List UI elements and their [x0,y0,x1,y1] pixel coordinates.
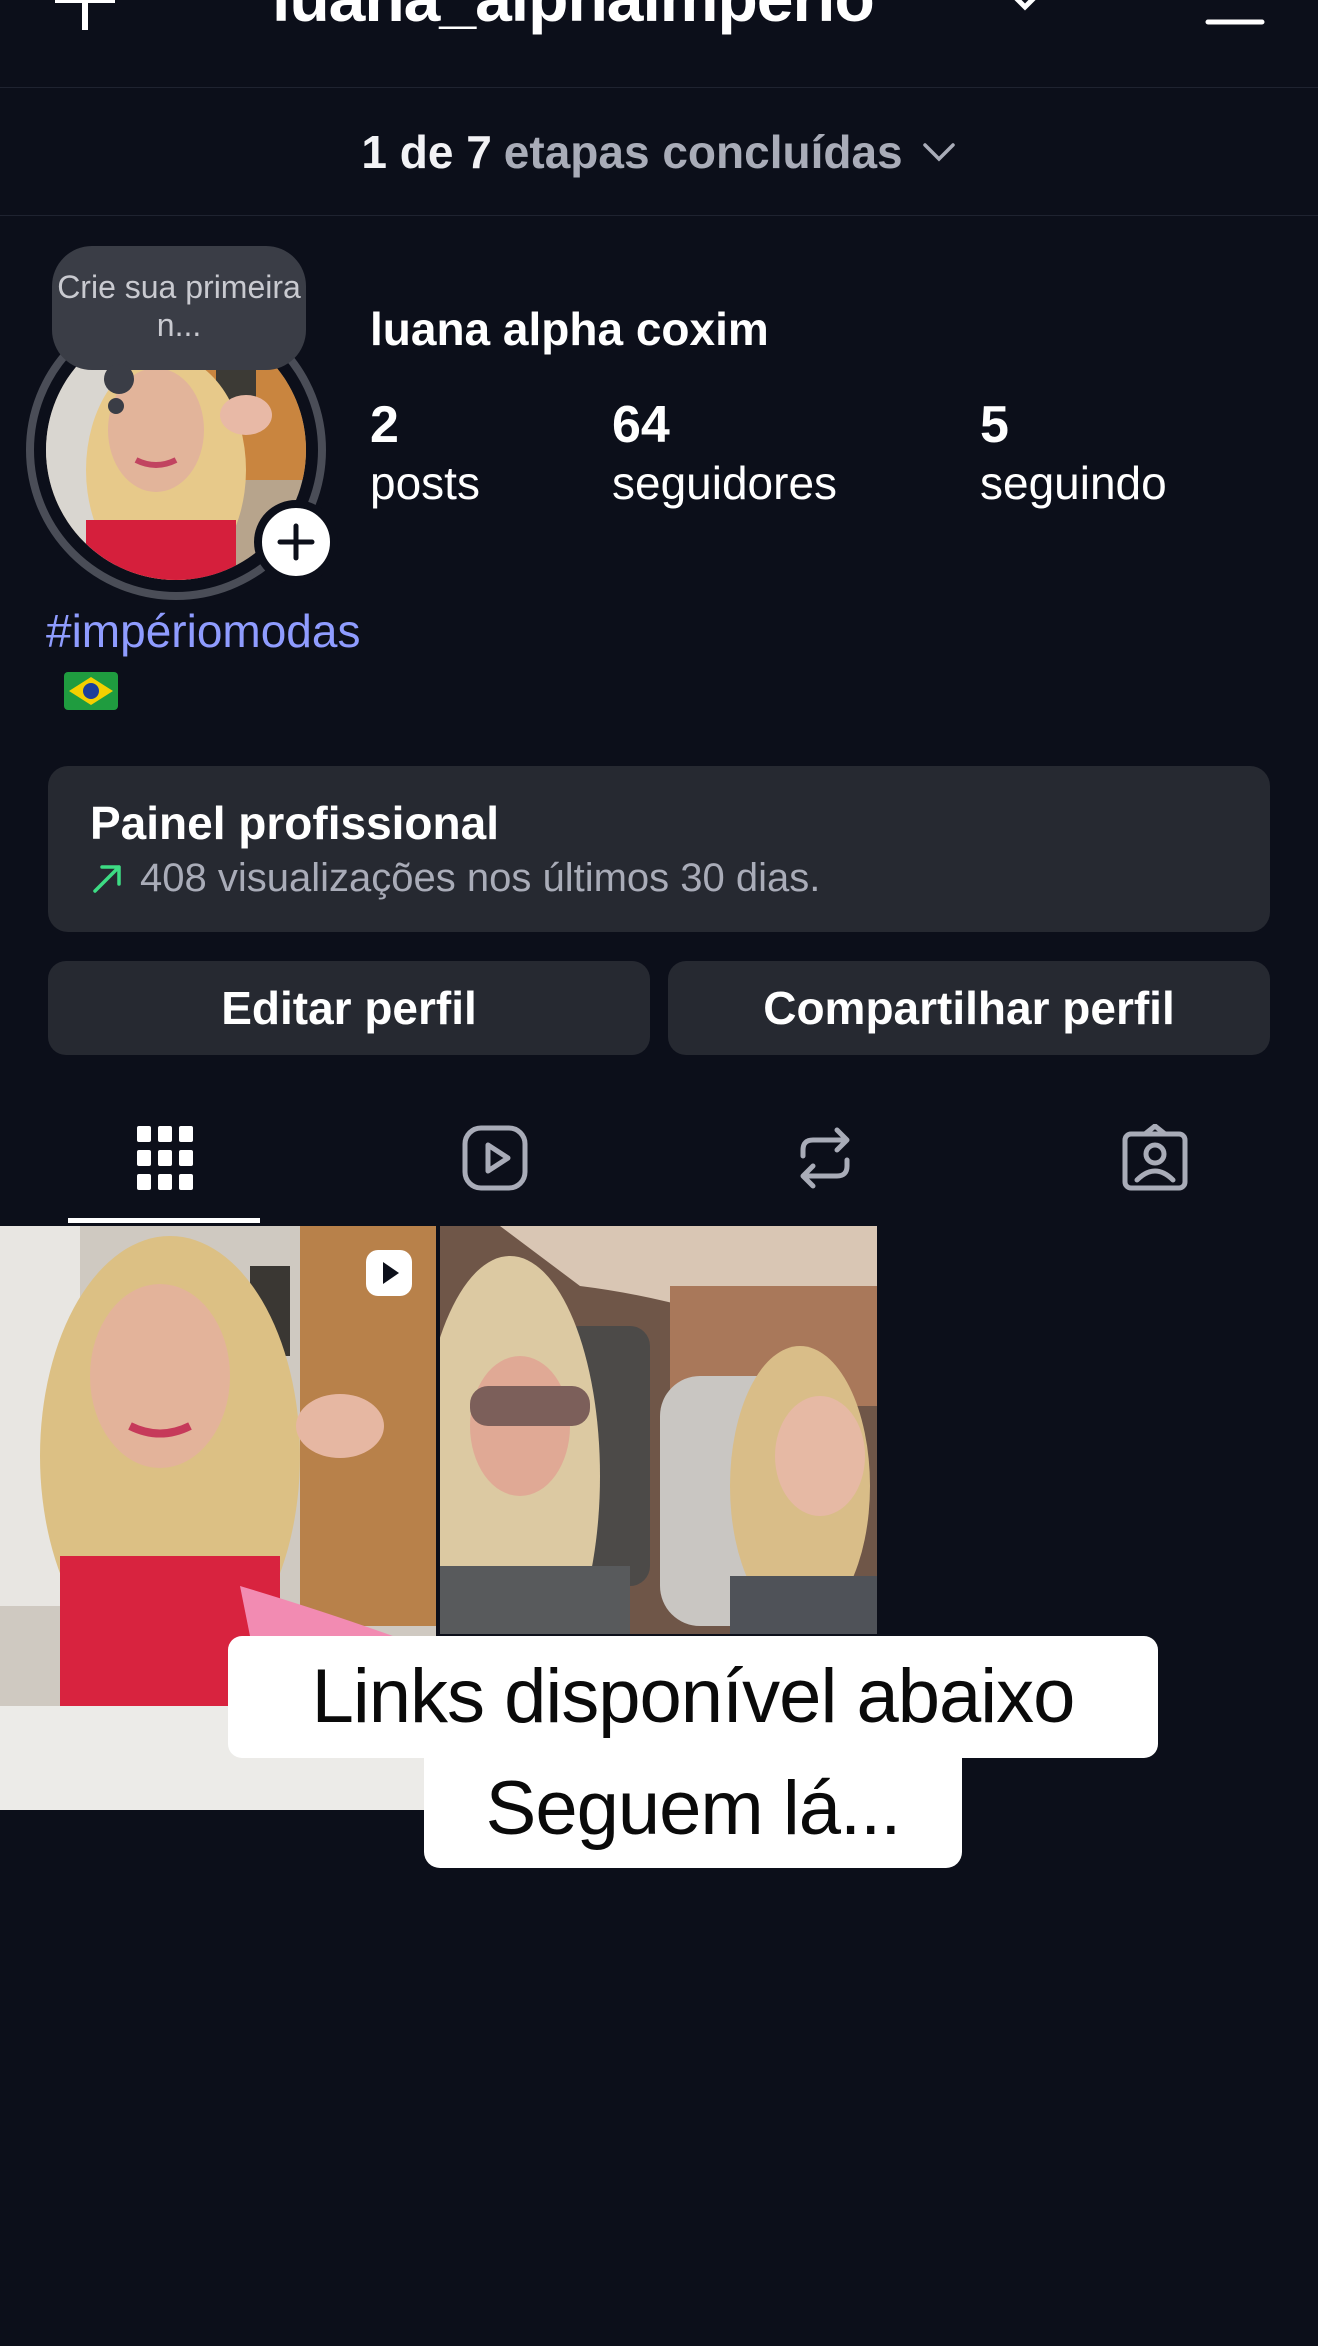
steps-label: etapas concluídas [503,125,903,178]
stat-value: 5 [980,396,1009,454]
tab-reels[interactable] [330,1090,660,1226]
note-bubble-tail [104,364,134,394]
note-bubble-tail [108,398,124,414]
tab-tagged[interactable] [990,1090,1318,1226]
posts-stat[interactable]: 2 posts [370,395,480,511]
plus-icon [277,523,315,561]
profile-tabs [0,1090,1318,1226]
caption-line-2: Seguem lá... [424,1750,962,1868]
top-bar: luana_alphaimperio [0,0,1318,88]
share-profile-button[interactable]: Compartilhar perfil [668,961,1270,1055]
professional-dashboard[interactable]: Painel profissional 408 visualizações no… [48,766,1270,932]
grid-icon [137,1126,193,1190]
menu-icon[interactable] [1204,0,1266,30]
onboarding-steps[interactable]: 1 de 7 etapas concluídas [0,88,1318,216]
dashboard-subtitle: 408 visualizações nos últimos 30 dias. [90,856,1228,901]
stat-value: 64 [612,396,670,454]
steps-count: 1 de 7 [361,125,492,178]
bio-hashtag[interactable]: #impériomodas [46,604,360,658]
stat-label: seguidores [612,457,838,509]
repost-icon [800,1127,850,1189]
caption-line-1: Links disponível abaixo [228,1636,1158,1758]
display-name: luana alpha coxim [370,303,769,355]
post-thumbnail[interactable] [440,1226,877,1634]
reels-icon [462,1125,528,1191]
profile-page: luana_alphaimperio 1 de 7 etapas concluí… [0,0,1318,2346]
username-title[interactable]: luana_alphaimperio [272,0,875,36]
tagged-icon [1122,1124,1188,1191]
stat-label: seguindo [980,457,1167,509]
views-text: 408 visualizações nos últimos 30 dias. [140,856,821,900]
trend-up-icon [93,864,121,893]
create-icon[interactable] [55,0,115,30]
dashboard-title: Painel profissional [90,797,499,849]
note-bubble[interactable]: Crie sua primeira n... [52,246,306,370]
tab-posts[interactable] [0,1090,330,1226]
stat-label: posts [370,457,480,509]
chevron-down-icon[interactable] [1010,0,1040,12]
edit-profile-button[interactable]: Editar perfil [48,961,650,1055]
following-stat[interactable]: 5 seguindo [980,395,1167,511]
chevron-down-icon [922,142,955,161]
active-tab-indicator [68,1218,260,1223]
followers-stat[interactable]: 64 seguidores [612,395,837,511]
tab-reposts[interactable] [660,1090,990,1226]
add-story-button[interactable] [254,500,338,584]
stat-value: 2 [370,396,399,454]
brazil-flag-icon [64,672,118,710]
reel-icon [366,1250,412,1296]
